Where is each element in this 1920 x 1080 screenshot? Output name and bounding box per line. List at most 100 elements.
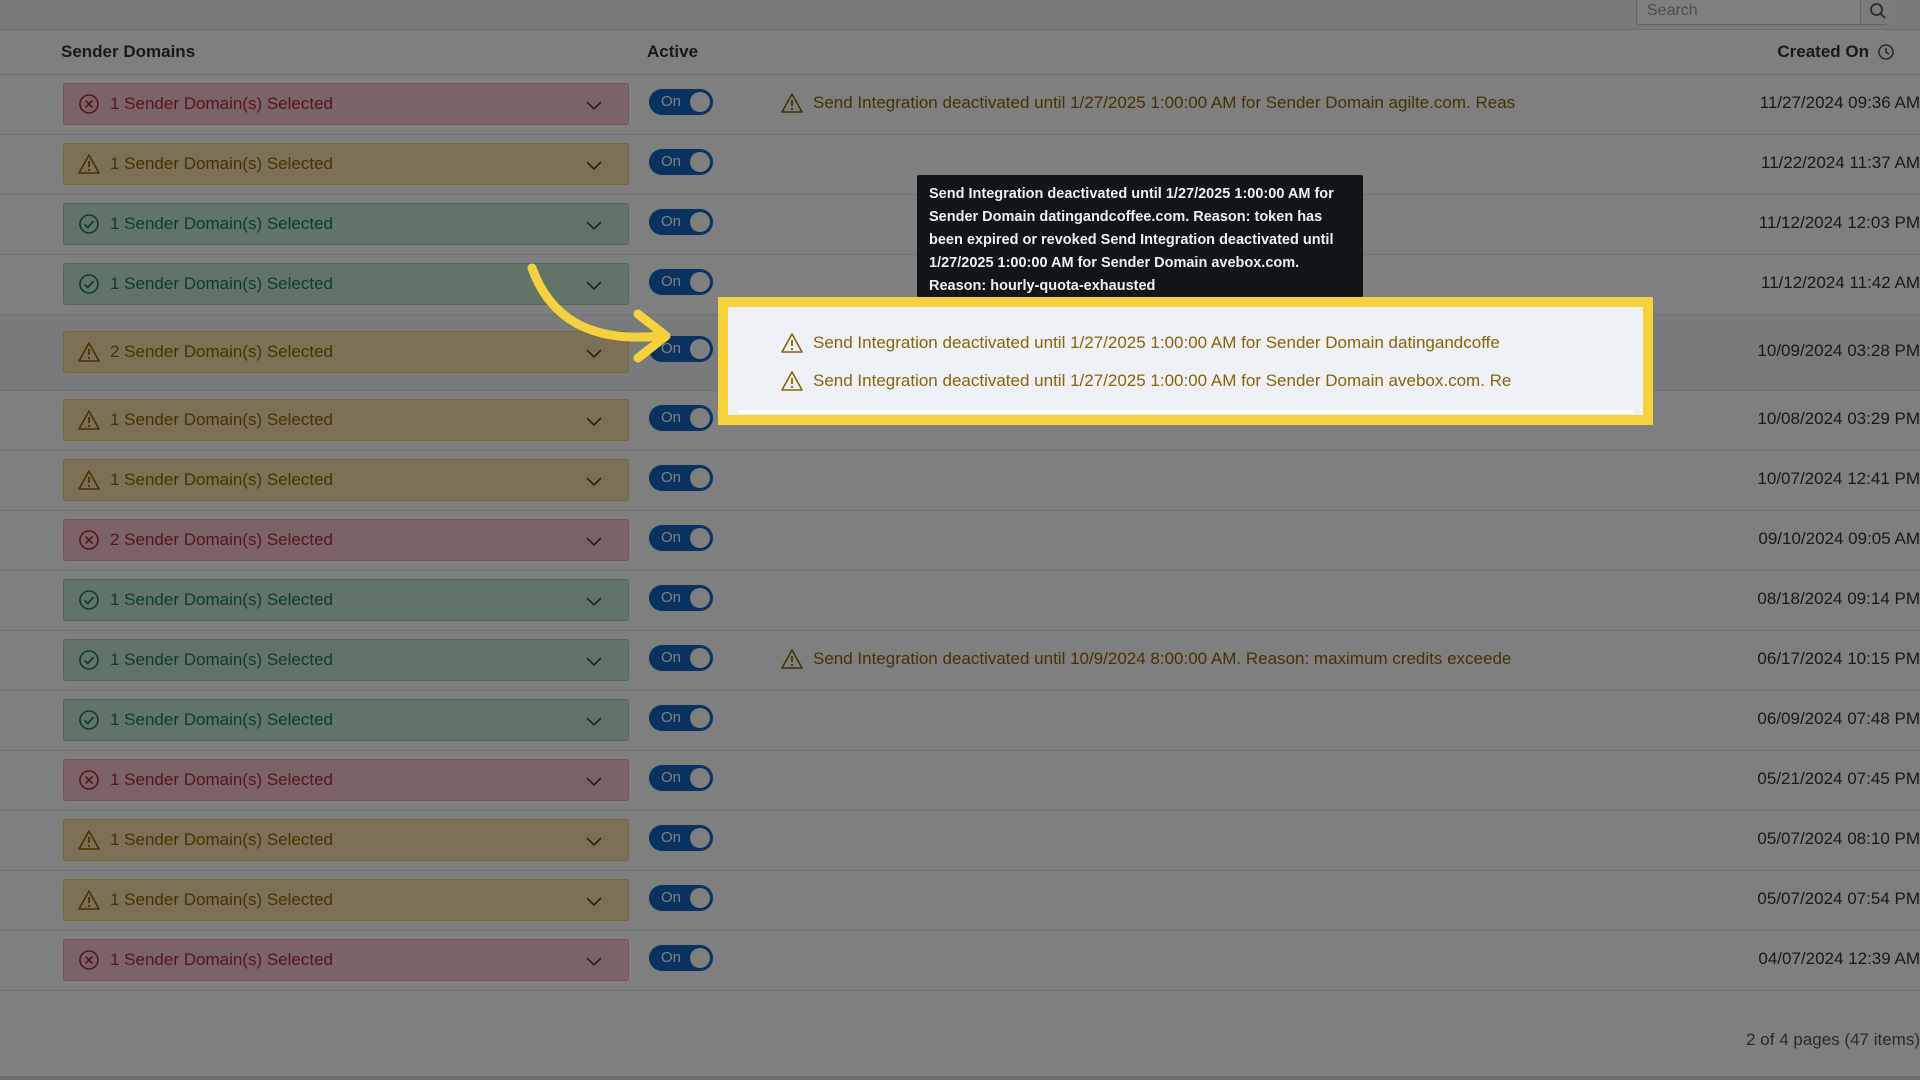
chevron-down-icon[interactable] bbox=[584, 771, 604, 791]
active-toggle[interactable]: On bbox=[649, 765, 713, 791]
created-on-label: Created On bbox=[1777, 42, 1869, 61]
tooltip-line: Send Integration deactivated until 1/27/… bbox=[929, 186, 1334, 202]
sender-domain-dropdown[interactable]: 2 Sender Domain(s) Selected bbox=[63, 519, 629, 561]
active-toggle[interactable]: On bbox=[649, 705, 713, 731]
toggle-knob bbox=[690, 92, 710, 112]
table-row[interactable]: 1 Sender Domain(s) Selected On Send Integr… bbox=[0, 75, 1920, 135]
sender-domain-label: 1 Sender Domain(s) Selected bbox=[110, 590, 334, 609]
chevron-down-icon[interactable] bbox=[584, 215, 604, 235]
check-circle-icon bbox=[78, 273, 100, 295]
tooltip-line: 1/27/2025 1:00:00 AM for Sender Domain a… bbox=[929, 255, 1300, 271]
warning-triangle-icon bbox=[781, 92, 803, 114]
active-toggle[interactable]: On bbox=[649, 825, 713, 851]
toggle-knob bbox=[690, 768, 710, 788]
warning-triangle-icon bbox=[781, 648, 803, 670]
x-circle-icon bbox=[78, 93, 100, 115]
warning-triangle-icon bbox=[78, 341, 100, 363]
tooltip-line: Sender Domain datingandcoffee.com. Reaso… bbox=[929, 209, 1323, 225]
created-on-value: 05/07/2024 07:54 PM bbox=[1757, 889, 1920, 908]
warning-triangle-icon bbox=[78, 153, 100, 175]
table-row[interactable]: 1 Sender Domain(s) Selected On 08/18/2024 … bbox=[0, 571, 1920, 631]
warning-triangle-icon bbox=[781, 332, 803, 354]
curved-arrow-annotation bbox=[527, 263, 671, 363]
toggle-label: On bbox=[661, 529, 682, 546]
toggle-knob bbox=[690, 408, 710, 428]
active-toggle[interactable]: On bbox=[649, 945, 713, 971]
sender-domain-dropdown[interactable]: 1 Sender Domain(s) Selected bbox=[63, 399, 629, 441]
chevron-down-icon[interactable] bbox=[584, 651, 604, 671]
x-circle-icon bbox=[78, 769, 100, 791]
table-row[interactable]: 1 Sender Domain(s) Selected On 05/07/2024 … bbox=[0, 811, 1920, 871]
chevron-down-icon[interactable] bbox=[584, 591, 604, 611]
chevron-down-icon[interactable] bbox=[584, 531, 604, 551]
toggle-label: On bbox=[661, 949, 682, 966]
created-on-value: 11/27/2024 09:36 AM bbox=[1759, 93, 1920, 112]
column-header-created-on[interactable]: Created On bbox=[1777, 42, 1895, 62]
sender-domain-dropdown[interactable]: 1 Sender Domain(s) Selected bbox=[63, 579, 629, 621]
created-on-value: 06/09/2024 07:48 PM bbox=[1757, 709, 1920, 728]
active-toggle[interactable]: On bbox=[649, 209, 713, 235]
active-toggle[interactable]: On bbox=[649, 585, 713, 611]
sender-domain-dropdown[interactable]: 1 Sender Domain(s) Selected bbox=[63, 639, 629, 681]
chevron-down-icon[interactable] bbox=[584, 951, 604, 971]
sender-domain-dropdown[interactable]: 1 Sender Domain(s) Selected bbox=[63, 879, 629, 921]
sender-domain-dropdown[interactable]: 1 Sender Domain(s) Selected bbox=[63, 939, 629, 981]
active-toggle[interactable]: On bbox=[649, 89, 713, 115]
search-input[interactable] bbox=[1637, 0, 1849, 21]
chevron-down-icon[interactable] bbox=[584, 95, 604, 115]
created-on-value: 05/21/2024 07:45 PM bbox=[1757, 769, 1920, 788]
table-row[interactable]: 1 Sender Domain(s) Selected On 05/21/2024 … bbox=[0, 751, 1920, 811]
toggle-label: On bbox=[661, 469, 682, 486]
table-row[interactable]: 1 Sender Domain(s) Selected On 05/07/2024 … bbox=[0, 871, 1920, 931]
chevron-down-icon[interactable] bbox=[584, 155, 604, 175]
sender-domain-label: 1 Sender Domain(s) Selected bbox=[110, 214, 334, 233]
highlighted-message: Send Integration deactivated until 1/27/… bbox=[781, 370, 1541, 392]
toggle-label: On bbox=[661, 769, 682, 786]
search-box[interactable] bbox=[1636, 0, 1895, 25]
table-row[interactable]: 1 Sender Domain(s) Selected On 04/07/2024 … bbox=[0, 931, 1920, 991]
active-toggle[interactable]: On bbox=[649, 405, 713, 431]
highlight-divider bbox=[738, 410, 1633, 413]
chevron-down-icon[interactable] bbox=[584, 471, 604, 491]
active-toggle[interactable]: On bbox=[649, 645, 713, 671]
column-header-active[interactable]: Active bbox=[647, 42, 698, 62]
sender-domain-dropdown[interactable]: 1 Sender Domain(s) Selected bbox=[63, 759, 629, 801]
sender-domain-dropdown[interactable]: 1 Sender Domain(s) Selected bbox=[63, 819, 629, 861]
pagination-info: 2 of 4 pages (47 items) bbox=[1746, 1030, 1920, 1049]
tooltip: Send Integration deactivated until 1/27/… bbox=[917, 175, 1363, 297]
sender-domain-label: 1 Sender Domain(s) Selected bbox=[110, 410, 334, 429]
toggle-label: On bbox=[661, 829, 682, 846]
table-row[interactable]: 1 Sender Domain(s) Selected On 10/07/2024 … bbox=[0, 451, 1920, 511]
chevron-down-icon[interactable] bbox=[584, 411, 604, 431]
toggle-knob bbox=[690, 648, 710, 668]
created-on-value: 11/12/2024 12:03 PM bbox=[1758, 213, 1920, 232]
search-button[interactable] bbox=[1860, 0, 1895, 24]
chevron-down-icon[interactable] bbox=[584, 891, 604, 911]
clock-icon[interactable] bbox=[1877, 43, 1895, 61]
sender-domain-label: 1 Sender Domain(s) Selected bbox=[110, 830, 334, 849]
chevron-down-icon[interactable] bbox=[584, 711, 604, 731]
sender-domain-label: 1 Sender Domain(s) Selected bbox=[110, 470, 334, 489]
active-toggle[interactable]: On bbox=[649, 465, 713, 491]
active-toggle[interactable]: On bbox=[649, 525, 713, 551]
active-toggle[interactable]: On bbox=[649, 885, 713, 911]
column-header-sender-domains[interactable]: Sender Domains bbox=[61, 42, 195, 62]
sender-domain-label: 1 Sender Domain(s) Selected bbox=[110, 274, 334, 293]
active-toggle[interactable]: On bbox=[649, 149, 713, 175]
table-row[interactable]: 1 Sender Domain(s) Selected On 06/09/2024 … bbox=[0, 691, 1920, 751]
sender-domain-dropdown[interactable]: 1 Sender Domain(s) Selected bbox=[63, 143, 629, 185]
warning-triangle-icon bbox=[78, 469, 100, 491]
sender-domain-dropdown[interactable]: 1 Sender Domain(s) Selected bbox=[63, 699, 629, 741]
table-row[interactable]: 1 Sender Domain(s) Selected On Send Integr… bbox=[0, 631, 1920, 691]
chevron-down-icon[interactable] bbox=[584, 831, 604, 851]
table-row[interactable]: 2 Sender Domain(s) Selected On 09/10/2024 … bbox=[0, 511, 1920, 571]
toggle-knob bbox=[690, 528, 710, 548]
sender-domain-dropdown[interactable]: 1 Sender Domain(s) Selected bbox=[63, 83, 629, 125]
sender-domain-dropdown[interactable]: 1 Sender Domain(s) Selected bbox=[63, 459, 629, 501]
x-circle-icon bbox=[78, 529, 100, 551]
toggle-knob bbox=[690, 468, 710, 488]
highlighted-message: Send Integration deactivated until 1/27/… bbox=[781, 332, 1541, 354]
integration-message: Send Integration deactivated until 1/27/… bbox=[781, 92, 1541, 114]
sender-domain-dropdown[interactable]: 1 Sender Domain(s) Selected bbox=[63, 203, 629, 245]
created-on-value: 04/07/2024 12:39 AM bbox=[1758, 949, 1920, 968]
